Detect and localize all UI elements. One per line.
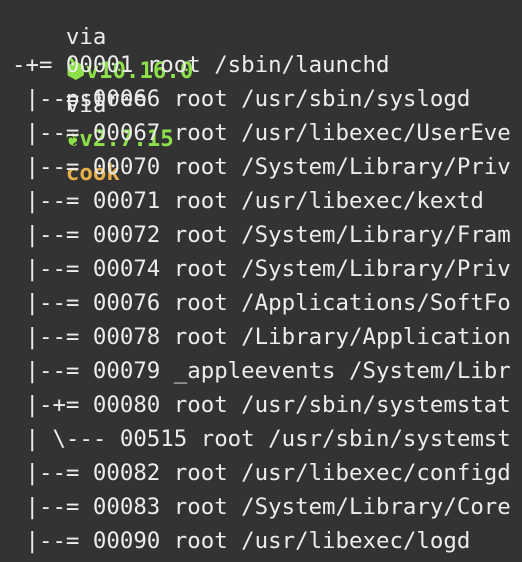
output-line: |--= 00082 root /usr/libexec/configd — [12, 460, 511, 486]
output-line: | \--- 00515 root /usr/sbin/systemst — [12, 426, 511, 452]
output-line: |-+= 00080 root /usr/sbin/systemstat — [12, 392, 511, 418]
output-line: |--= 00079 _appleevents /System/Libr — [12, 358, 511, 384]
output-line: |--= 00076 root /Applications/SoftFo — [12, 290, 511, 316]
output-line: |--= 00074 root /System/Library/Priv — [12, 256, 511, 282]
output-line: |--= 00072 root /System/Library/Fram — [12, 222, 511, 248]
output-line: |--= 00066 root /usr/sbin/syslogd — [12, 86, 471, 112]
output-line: |--= 00067 root /usr/libexec/UserEve — [12, 120, 511, 146]
output-line: |--= 00071 root /usr/libexec/kextd — [12, 188, 484, 214]
output-line: |--= 00083 root /System/Library/Core — [12, 494, 511, 520]
output-line: |--= 00070 root /System/Library/Priv — [12, 154, 511, 180]
output-line: |--= 00078 root /Library/Application — [12, 324, 511, 350]
output-line: -+= 00001 root /sbin/launchd — [12, 52, 390, 78]
terminal-window[interactable]: via ⬢v10.16.0 via ❦v2.7.15 cook ❯ pstree… — [0, 0, 522, 562]
output-line: |--= 00090 root /usr/libexec/logd — [12, 528, 471, 554]
prompt-line: ❯ pstree — [12, 14, 147, 112]
